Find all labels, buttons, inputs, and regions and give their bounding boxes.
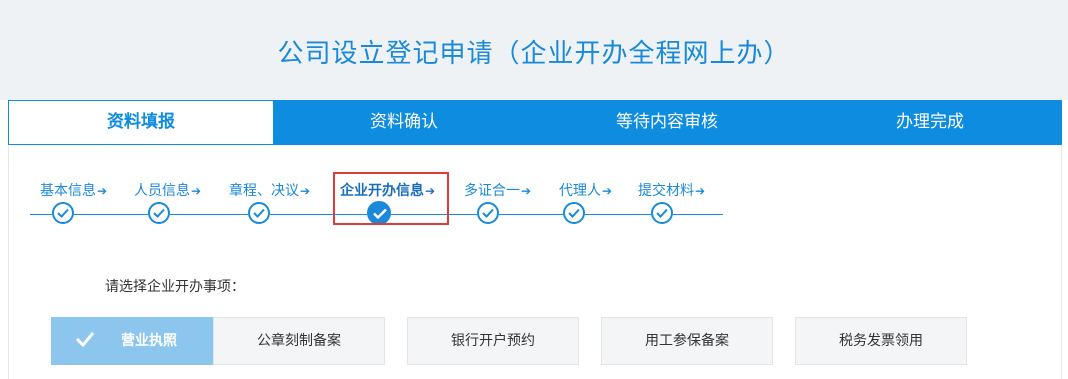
process-tabs: 资料填报 资料确认 等待内容审核 办理完成 — [8, 100, 1062, 145]
option-label: 银行开户预约 — [451, 333, 535, 349]
step-connector — [499, 214, 563, 215]
option-tax-invoice[interactable]: 税务发票领用 — [795, 317, 967, 365]
page-header: 公司设立登记申请（企业开办全程网上办） — [0, 0, 1068, 100]
option-label: 用工参保备案 — [645, 333, 729, 349]
options-prompt: 请选择企业开办事项： — [105, 279, 245, 295]
arrow-right-icon: ➔ — [521, 184, 532, 198]
content-border-left — [8, 145, 9, 379]
option-label: 营业执照 — [121, 333, 177, 349]
option-business-license[interactable]: 营业执照 — [51, 317, 219, 365]
step-connector — [74, 214, 148, 215]
step-label: 章程、决议➔ — [229, 183, 311, 199]
check-icon — [76, 332, 94, 347]
arrow-right-icon: ➔ — [191, 184, 202, 198]
step-label: 基本信息➔ — [40, 183, 108, 199]
tab-awaiting-review[interactable]: 等待内容审核 — [535, 101, 799, 144]
check-circle-icon — [248, 202, 270, 224]
option-seal-engraving[interactable]: 公章刻制备案 — [213, 317, 385, 365]
step-connector — [170, 214, 248, 215]
check-circle-icon — [651, 202, 673, 224]
tab-data-confirm[interactable]: 资料确认 — [273, 101, 535, 144]
content-border-right — [1061, 145, 1062, 379]
tab-data-entry[interactable]: 资料填报 — [9, 101, 273, 144]
option-label: 税务发票领用 — [839, 333, 923, 349]
step-connector — [585, 214, 651, 215]
option-label: 公章刻制备案 — [257, 333, 341, 349]
check-circle-icon — [52, 202, 74, 224]
step-label: 代理人➔ — [559, 183, 613, 199]
check-circle-icon — [148, 202, 170, 224]
step-label: 多证合一➔ — [464, 183, 532, 199]
arrow-right-icon: ➔ — [602, 184, 613, 198]
tab-completed[interactable]: 办理完成 — [799, 101, 1061, 144]
option-employment-insurance[interactable]: 用工参保备案 — [601, 317, 773, 365]
current-step-highlight — [333, 172, 449, 225]
check-circle-icon — [477, 202, 499, 224]
step-connector — [30, 214, 52, 215]
step-label: 人员信息➔ — [134, 183, 202, 199]
page-title: 公司设立登记申请（企业开办全程网上办） — [277, 39, 791, 69]
arrow-right-icon: ➔ — [97, 184, 108, 198]
arrow-right-icon: ➔ — [695, 184, 706, 198]
option-bank-account[interactable]: 银行开户预约 — [407, 317, 579, 365]
step-label: 提交材料➔ — [638, 183, 706, 199]
step-connector — [673, 214, 723, 215]
arrow-right-icon: ➔ — [300, 184, 311, 198]
check-circle-icon — [563, 202, 585, 224]
